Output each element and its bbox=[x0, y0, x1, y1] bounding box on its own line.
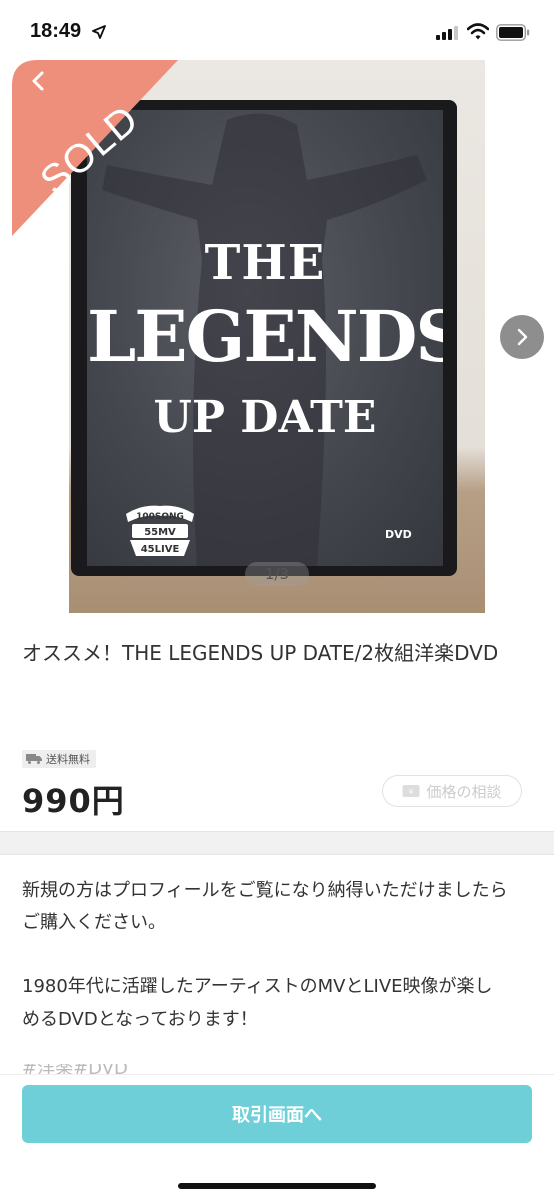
description-line-1: 新規の方はプロフィールをご覧になり納得いただけましたら bbox=[22, 880, 508, 901]
emblem-line2: 55MV bbox=[144, 527, 176, 538]
price-negotiation-button[interactable]: ¥ 価格の相談 bbox=[382, 775, 522, 807]
home-indicator[interactable] bbox=[178, 1183, 376, 1189]
item-price: 990円 bbox=[22, 782, 125, 820]
cellular-signal-icon bbox=[436, 26, 458, 40]
description-line-3: 1980年代に活躍したアーティストのMVとLIVE映像が楽し bbox=[22, 976, 493, 997]
description-cut-text: #洋楽#DVD bbox=[22, 1064, 132, 1074]
image-gallery[interactable]: THE LEGENDS UP DATE 100SONG 55MV 45LIVE … bbox=[0, 60, 554, 613]
cover-title-update: UP DATE bbox=[153, 392, 377, 443]
svg-text:¥: ¥ bbox=[409, 788, 414, 796]
cover-title-the: THE bbox=[204, 235, 326, 291]
description-line-2: ご購入ください。 bbox=[22, 912, 166, 933]
page-indicator: 1/3 bbox=[245, 562, 309, 586]
go-to-transaction-button[interactable]: 取引画面へ bbox=[22, 1085, 532, 1143]
description-line-4: めるDVDとなっております！ bbox=[22, 1009, 258, 1030]
dvd-logo: DVD bbox=[385, 528, 412, 541]
section-divider bbox=[0, 831, 554, 855]
free-shipping-badge: 送料無料 bbox=[22, 750, 96, 768]
cover-title-legends: LEGENDS bbox=[87, 295, 443, 378]
emblem-line1: 100SONG bbox=[136, 512, 184, 522]
item-title: オススメ！THE LEGENDS UP DATE/2枚組洋楽DVD bbox=[22, 641, 499, 665]
status-time: 18:49 bbox=[30, 20, 82, 42]
truck-icon bbox=[26, 754, 42, 764]
negotiate-label: 価格の相談 bbox=[426, 782, 502, 801]
wifi-icon bbox=[467, 23, 489, 40]
emblem-badge: 100SONG 55MV 45LIVE bbox=[126, 505, 194, 556]
status-bar: 18:49 bbox=[0, 0, 554, 60]
battery-icon bbox=[496, 24, 530, 41]
next-arrow-icon bbox=[517, 328, 528, 346]
location-arrow-icon bbox=[92, 25, 106, 39]
shipping-badge-label: 送料無料 bbox=[46, 753, 90, 766]
back-chevron-icon[interactable] bbox=[28, 70, 50, 92]
emblem-line3: 45LIVE bbox=[141, 544, 180, 555]
offer-tag-icon: ¥ bbox=[402, 785, 420, 797]
bottom-action-bar: 取引画面へ bbox=[0, 1074, 554, 1200]
description-cut-off-line: #洋楽#DVD bbox=[22, 1064, 132, 1074]
next-image-button[interactable] bbox=[500, 315, 544, 359]
